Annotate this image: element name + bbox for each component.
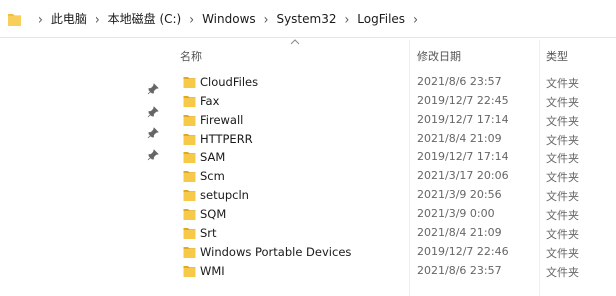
pin-icon[interactable] [147, 106, 159, 118]
modified-date: 2019/12/7 17:14 [417, 150, 509, 163]
folder-icon [183, 266, 196, 277]
breadcrumb-logfiles[interactable]: LogFiles [357, 12, 405, 26]
file-name[interactable]: Windows Portable Devices [200, 245, 351, 259]
folder-icon [183, 115, 196, 126]
modified-date: 2021/8/6 23:57 [417, 264, 502, 277]
file-type: 文件夹 [546, 171, 579, 184]
table-row[interactable]: SQM 2021/3/9 0:00 文件夹 [175, 205, 616, 224]
folder-icon [183, 152, 196, 163]
folder-icon [183, 247, 196, 258]
chevron-right-icon[interactable]: › [344, 11, 349, 28]
file-type: 文件夹 [546, 266, 579, 279]
pin-icon[interactable] [147, 127, 159, 139]
file-name[interactable]: WMI [200, 264, 225, 278]
file-name[interactable]: CloudFiles [200, 75, 258, 89]
chevron-right-icon[interactable]: › [95, 11, 100, 28]
address-bar[interactable]: › 此电脑 › 本地磁盘 (C:) › Windows › System32 ›… [0, 0, 616, 38]
table-row[interactable]: SAM 2019/12/7 17:14 文件夹 [175, 148, 616, 167]
table-row[interactable]: HTTPERR 2021/8/4 21:09 文件夹 [175, 130, 616, 149]
file-type: 文件夹 [546, 77, 579, 90]
file-type: 文件夹 [546, 96, 579, 109]
table-row[interactable]: setupcln 2021/3/9 20:56 文件夹 [175, 186, 616, 205]
table-row[interactable]: Firewall 2019/12/7 17:14 文件夹 [175, 111, 616, 130]
file-name[interactable]: SQM [200, 207, 226, 221]
table-row[interactable]: WMI 2021/8/6 23:57 文件夹 [175, 262, 616, 281]
modified-date: 2021/3/9 20:56 [417, 188, 502, 201]
file-type: 文件夹 [546, 209, 579, 222]
file-name[interactable]: HTTPERR [200, 132, 253, 146]
chevron-right-icon[interactable]: › [413, 11, 418, 28]
modified-date: 2021/8/6 23:57 [417, 75, 502, 88]
column-header-type[interactable]: 类型 [546, 48, 568, 64]
sort-ascending-icon [290, 39, 300, 45]
folder-icon [183, 134, 196, 145]
modified-date: 2019/12/7 17:14 [417, 113, 509, 126]
file-name[interactable]: Fax [200, 94, 219, 108]
breadcrumb-this-pc[interactable]: 此电脑 [51, 12, 87, 26]
file-name[interactable]: Scm [200, 169, 225, 183]
column-header-name[interactable]: 名称 [180, 48, 202, 64]
file-type: 文件夹 [546, 190, 579, 203]
file-type: 文件夹 [546, 247, 579, 260]
chevron-right-icon[interactable]: › [264, 11, 269, 28]
file-type: 文件夹 [546, 228, 579, 241]
modified-date: 2021/8/4 21:09 [417, 226, 502, 239]
pin-icon[interactable] [147, 149, 159, 161]
chevron-right-icon[interactable]: › [38, 11, 43, 28]
table-row[interactable]: Srt 2021/8/4 21:09 文件夹 [175, 224, 616, 243]
table-row[interactable]: Fax 2019/12/7 22:45 文件夹 [175, 92, 616, 111]
table-row[interactable]: Windows Portable Devices 2019/12/7 22:46 文… [175, 243, 616, 262]
file-type: 文件夹 [546, 134, 579, 147]
column-header-date[interactable]: 修改日期 [417, 48, 461, 64]
chevron-right-icon[interactable]: › [189, 11, 194, 28]
breadcrumb-system32[interactable]: System32 [276, 12, 336, 26]
table-row[interactable]: CloudFiles 2021/8/6 23:57 文件夹 [175, 73, 616, 92]
modified-date: 2021/3/17 20:06 [417, 169, 509, 182]
pin-icon[interactable] [147, 83, 159, 95]
breadcrumb-local-disk[interactable]: 本地磁盘 (C:) [108, 12, 182, 26]
modified-date: 2019/12/7 22:45 [417, 94, 509, 107]
folder-icon [183, 171, 196, 182]
modified-date: 2021/3/9 0:00 [417, 207, 495, 220]
folder-icon [183, 209, 196, 220]
breadcrumb-windows[interactable]: Windows [202, 12, 256, 26]
table-row[interactable]: Scm 2021/3/17 20:06 文件夹 [175, 167, 616, 186]
breadcrumb: › 此电脑 › 本地磁盘 (C:) › Windows › System32 ›… [30, 11, 426, 28]
modified-date: 2021/8/4 21:09 [417, 132, 502, 145]
file-name[interactable]: Firewall [200, 113, 243, 127]
file-type: 文件夹 [546, 115, 579, 128]
file-type: 文件夹 [546, 152, 579, 165]
modified-date: 2019/12/7 22:46 [417, 245, 509, 258]
folder-icon [183, 228, 196, 239]
file-name[interactable]: Srt [200, 226, 217, 240]
file-name[interactable]: setupcln [200, 188, 249, 202]
folder-icon [183, 77, 196, 88]
file-name[interactable]: SAM [200, 150, 225, 164]
folder-icon [183, 190, 196, 201]
folder-icon [183, 96, 196, 107]
folder-icon [8, 14, 21, 26]
